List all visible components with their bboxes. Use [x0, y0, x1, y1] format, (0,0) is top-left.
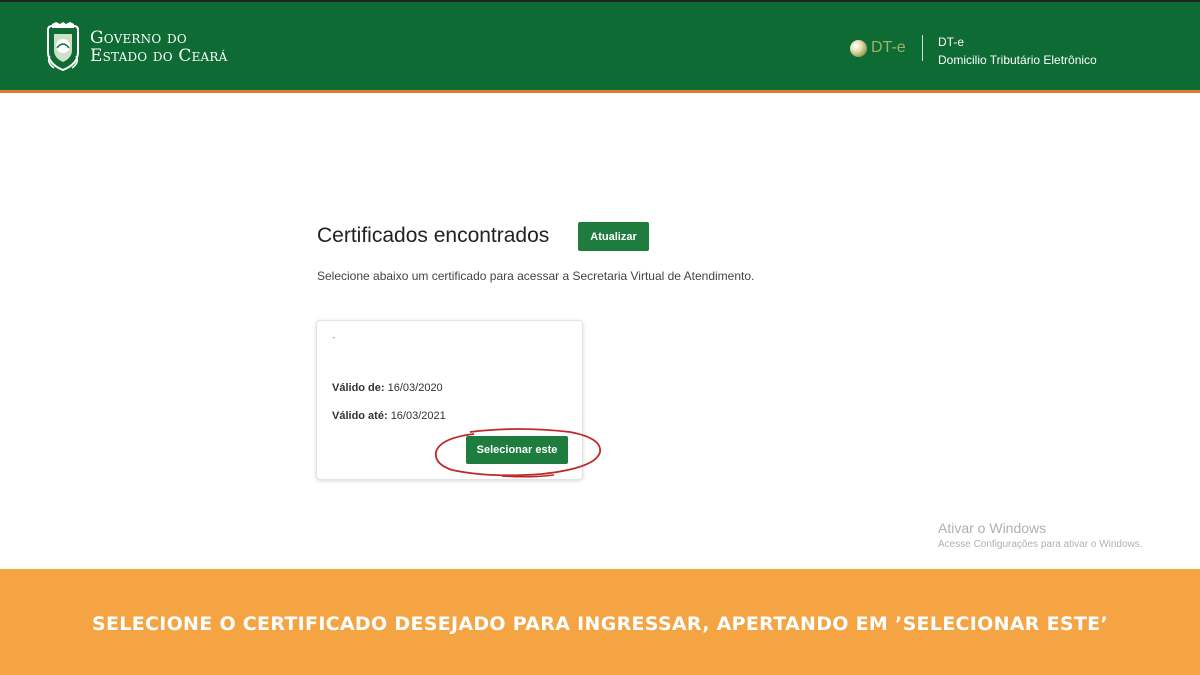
header-divider — [922, 35, 923, 61]
windows-activation-watermark: Ativar o Windows Acesse Configurações pa… — [938, 520, 1143, 550]
instruction-banner: SELECIONE O CERTIFICADO DESEJADO PARA IN… — [0, 569, 1200, 675]
valid-to-label: Válido até: — [332, 410, 388, 422]
dte-logo-text: DT-e — [871, 39, 906, 56]
header-accent-bar — [0, 90, 1200, 93]
windows-activation-subtitle: Acesse Configurações para ativar o Windo… — [938, 539, 1143, 550]
valid-from-label: Válido de: — [332, 382, 385, 394]
windows-activation-title: Ativar o Windows — [938, 520, 1047, 536]
government-name: Governo do Estado do Ceará — [90, 29, 228, 65]
state-crest-icon — [47, 22, 79, 72]
page-subtitle: Selecione abaixo um certificado para ace… — [317, 269, 755, 283]
government-line1: Governo do — [90, 28, 187, 48]
system-title: DT-e Domicilio Tributário Eletrônico — [938, 33, 1097, 69]
instruction-text: SELECIONE O CERTIFICADO DESEJADO PARA IN… — [92, 613, 1108, 635]
system-acronym: DT-e — [938, 35, 965, 49]
dte-globe-icon — [850, 39, 867, 57]
valid-to-row: Válido até: 16/03/2021 — [332, 410, 446, 422]
highlight-circle — [434, 428, 601, 478]
dte-logo: DT-e — [850, 39, 906, 57]
valid-to-value: 16/03/2021 — [390, 410, 446, 422]
system-name: Domicilio Tributário Eletrônico — [938, 53, 1097, 67]
refresh-button[interactable]: Atualizar — [578, 222, 649, 251]
certificate-name: - — [332, 333, 336, 343]
government-line2: Estado do Ceará — [90, 46, 228, 66]
valid-from-value: 16/03/2020 — [387, 382, 443, 394]
page-title: Certificados encontrados — [317, 224, 550, 247]
site-header: Governo do Estado do Ceará DT-e DT-e Dom… — [0, 2, 1200, 90]
valid-from-row: Válido de: 16/03/2020 — [332, 382, 443, 394]
